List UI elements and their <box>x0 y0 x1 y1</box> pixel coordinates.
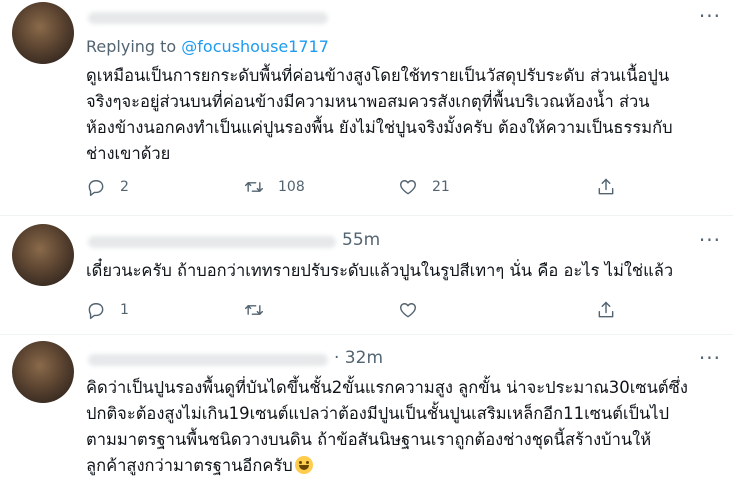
tweet-text-line: จริงๆจะอยู่ส่วนบนที่ค่อนข้างมีความหนาพอส… <box>86 92 650 111</box>
share-button[interactable] <box>596 177 616 197</box>
tweet-text-line-last: ลูกค้าสูงกว่ามาตรฐานอีกครับ <box>86 453 726 479</box>
tweet-text-line: เดี๋ยวนะครับ ถ้าบอกว่าเททรายปรับระดับแล้… <box>86 261 674 280</box>
grinning-face-emoji-icon <box>294 456 313 474</box>
tweet-text-line: ปกติจะต้องสูงไม่เกิน19เซนต์แปลว่าต้องมีป… <box>86 404 670 423</box>
tweet-text-line: ห้องข้างนอกคงทำเป็นแค่ปูนรองพื้น ยังไม่ใ… <box>86 118 673 137</box>
heart-icon <box>400 180 416 195</box>
reply-tweet-2[interactable]: 55m ··· เดี๋ยวนะครับ ถ้าบอกว่าเททรายปรับ… <box>0 216 733 334</box>
replying-to-line: Replying to @focushouse1717 <box>86 37 329 56</box>
like-count: 21 <box>432 179 450 195</box>
retweet-button[interactable] <box>244 300 264 320</box>
blurred-author-name <box>88 354 328 366</box>
replying-to-label: Replying to <box>86 37 177 56</box>
blurred-author-name <box>88 12 328 24</box>
tweet-text: ดูเหมือนเป็นการยกระดับพื้นที่ค่อนข้างสูง… <box>86 63 726 167</box>
tweet-actions: 2 108 21 <box>86 177 686 199</box>
reply-button[interactable]: 2 <box>86 177 129 197</box>
reply-button[interactable]: 1 <box>86 300 129 320</box>
more-options-icon[interactable]: ··· <box>699 346 721 370</box>
replying-to-handle[interactable]: @focushouse1717 <box>181 37 329 56</box>
share-icon <box>598 301 614 318</box>
tweet-text: เดี๋ยวนะครับ ถ้าบอกว่าเททรายปรับระดับแล้… <box>86 258 726 284</box>
reply-icon <box>88 180 104 197</box>
reply-tweet-3[interactable]: · 32m ··· คิดว่าเป็นปูนรองพื้นดูที่บันได… <box>0 335 733 484</box>
reply-count: 1 <box>120 302 129 318</box>
avatar[interactable] <box>12 341 74 403</box>
share-button[interactable] <box>596 300 616 320</box>
tweet-time[interactable]: · 32m <box>334 348 383 368</box>
retweet-count: 108 <box>278 179 305 195</box>
like-button[interactable] <box>398 300 418 320</box>
tweet-text-line: ดูเหมือนเป็นการยกระดับพื้นที่ค่อนข้างสูง… <box>86 66 670 85</box>
tweet-text-line: ตามมาตรฐานพื้นชนิดวางบนดิน ถ้าข้อสันนิษฐ… <box>86 430 652 449</box>
retweet-icon <box>244 182 264 192</box>
more-options-icon[interactable]: ··· <box>699 228 721 252</box>
avatar[interactable] <box>12 224 74 286</box>
retweet-button[interactable]: 108 <box>244 177 305 197</box>
reply-count: 2 <box>120 179 129 195</box>
share-icon <box>598 178 614 195</box>
heart-icon <box>400 303 416 318</box>
retweet-icon <box>244 305 264 315</box>
tweet-text-line: ช่างเขาด้วย <box>86 144 171 163</box>
tweet-time[interactable]: 55m <box>342 230 380 250</box>
tweet-actions: 1 <box>86 300 686 322</box>
tweet-text-fragment: ลูกค้าสูงกว่ามาตรฐานอีกครับ <box>86 456 293 475</box>
like-button[interactable]: 21 <box>398 177 450 197</box>
blurred-author-name <box>88 236 336 248</box>
avatar[interactable] <box>12 2 74 64</box>
reply-icon <box>88 303 104 320</box>
tweet-text-line: คิดว่าเป็นปูนรองพื้นดูที่บันไดขึ้นชั้น2ข… <box>86 378 688 397</box>
more-options-icon[interactable]: ··· <box>699 4 721 28</box>
tweet-text: คิดว่าเป็นปูนรองพื้นดูที่บันไดขึ้นชั้น2ข… <box>86 375 726 479</box>
reply-tweet-1[interactable]: ··· Replying to @focushouse1717 ดูเหมือน… <box>0 0 733 215</box>
